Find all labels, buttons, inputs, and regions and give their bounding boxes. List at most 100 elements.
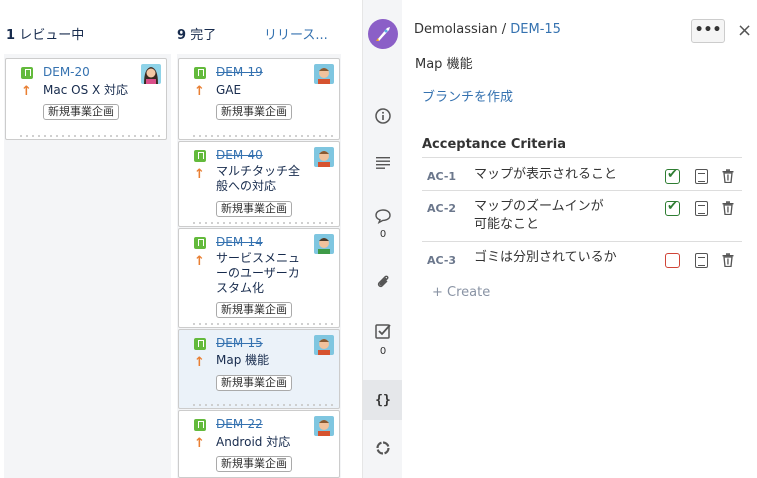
edit-document-icon[interactable] bbox=[695, 201, 708, 216]
summary-line: ーのユーザーカ bbox=[216, 266, 300, 280]
column-header-in-review: 1 レビュー中 bbox=[6, 24, 84, 43]
female-avatar-icon bbox=[141, 64, 161, 84]
column-name: レビュー中 bbox=[19, 28, 85, 43]
epic-label[interactable]: 新規事業企画 bbox=[216, 302, 292, 318]
issue-key[interactable]: DEM-19 bbox=[216, 65, 263, 79]
checklist-icon[interactable] bbox=[363, 315, 403, 347]
story-icon bbox=[194, 419, 206, 431]
priority-arrow-icon: ↑ bbox=[194, 436, 205, 451]
male-avatar-icon bbox=[314, 64, 334, 84]
refresh-icon[interactable] bbox=[363, 432, 403, 464]
criteria-text[interactable]: マップが表示されること bbox=[474, 166, 644, 184]
criteria-checkbox[interactable] bbox=[665, 253, 680, 268]
story-icon bbox=[194, 237, 206, 249]
card-divider bbox=[191, 323, 333, 325]
epic-label[interactable]: 新規事業企画 bbox=[216, 104, 292, 120]
trash-icon[interactable] bbox=[722, 253, 734, 268]
criteria-row: AC-1 マップが表示されること bbox=[422, 160, 742, 190]
column-count: 1 bbox=[6, 28, 16, 43]
criteria-checkbox[interactable] bbox=[665, 199, 680, 216]
issue-detail-panel: Demolassian / DEM-15 ••• × Map 機能 ブランチを作… bbox=[402, 0, 757, 478]
issue-key[interactable]: DEM-15 bbox=[216, 336, 263, 350]
issue-card[interactable]: DEM-22 ↑ Android 対応 新規事業企画 bbox=[178, 410, 340, 478]
attachment-icon[interactable] bbox=[363, 265, 403, 297]
close-icon[interactable]: × bbox=[737, 20, 752, 41]
issue-card[interactable]: DEM-19 ↑ GAE 新規事業企画 bbox=[178, 58, 340, 140]
summary-line: マルチタッチ全 bbox=[216, 164, 301, 178]
issue-key-link[interactable]: DEM-15 bbox=[510, 22, 561, 37]
comment-icon[interactable] bbox=[363, 200, 403, 232]
criteria-id: AC-2 bbox=[427, 202, 457, 215]
issue-key[interactable]: DEM-40 bbox=[216, 148, 263, 162]
board: 1 レビュー中 9 完了 リリース... DEM-20 ↑ Mac OS X 対… bbox=[0, 0, 362, 478]
card-divider bbox=[191, 135, 333, 137]
trash-icon[interactable] bbox=[722, 169, 734, 184]
release-link[interactable]: リリース... bbox=[264, 24, 328, 43]
summary-line: 般への対応 bbox=[216, 179, 277, 193]
column-name: 完了 bbox=[190, 28, 217, 43]
code-icon[interactable]: {} bbox=[363, 380, 403, 420]
card-divider bbox=[191, 222, 333, 224]
criteria-text[interactable]: ゴミは分別されているか bbox=[474, 249, 649, 267]
priority-arrow-icon: ↑ bbox=[194, 167, 205, 182]
criteria-checkbox[interactable] bbox=[665, 167, 680, 184]
summary-line: スタム化 bbox=[216, 281, 265, 295]
issue-summary: GAE bbox=[216, 83, 242, 97]
criteria-id: AC-3 bbox=[427, 254, 457, 267]
trash-icon[interactable] bbox=[722, 201, 734, 216]
edit-document-icon[interactable] bbox=[695, 253, 708, 268]
comments-count: 0 bbox=[379, 229, 387, 240]
issue-summary: Map 機能 bbox=[216, 353, 270, 367]
issue-title[interactable]: Map 機能 bbox=[415, 53, 473, 72]
issue-summary: サービスメニュ ーのユーザーカ スタム化 bbox=[216, 251, 316, 296]
issue-key[interactable]: DEM-22 bbox=[216, 417, 263, 431]
story-icon bbox=[194, 338, 206, 350]
story-icon bbox=[21, 67, 33, 79]
issue-summary: Android 対応 bbox=[216, 435, 291, 449]
issue-summary: Mac OS X 対応 bbox=[43, 83, 129, 97]
male-avatar-green-icon bbox=[314, 234, 334, 254]
detail-icon-rail: 0 0 {} bbox=[362, 0, 403, 478]
issue-card[interactable]: DEM-20 ↑ Mac OS X 対応 新規事業企画 bbox=[5, 58, 167, 140]
divider bbox=[422, 190, 742, 191]
project-avatar-icon[interactable] bbox=[363, 18, 403, 50]
issue-summary: マルチタッチ全 般への対応 bbox=[216, 164, 316, 194]
card-divider bbox=[191, 404, 333, 406]
column-header-done: 9 完了 bbox=[177, 24, 216, 43]
priority-arrow-icon: ↑ bbox=[194, 254, 205, 269]
info-icon[interactable] bbox=[363, 100, 403, 132]
issue-key[interactable]: DEM-20 bbox=[43, 65, 90, 79]
breadcrumb-separator: / bbox=[501, 22, 507, 37]
epic-label[interactable]: 新規事業企画 bbox=[216, 456, 292, 472]
breadcrumb: Demolassian / DEM-15 bbox=[414, 22, 561, 37]
create-branch-link[interactable]: ブランチを作成 bbox=[422, 86, 513, 105]
epic-label[interactable]: 新規事業企画 bbox=[216, 201, 292, 217]
card-divider bbox=[18, 135, 160, 137]
summary-line: サービスメニュ bbox=[216, 251, 301, 265]
issue-key[interactable]: DEM-14 bbox=[216, 235, 263, 249]
priority-arrow-icon: ↑ bbox=[21, 84, 32, 99]
criteria-text[interactable]: マップのズームインが可能なこと bbox=[474, 198, 604, 234]
criteria-id: AC-1 bbox=[427, 170, 457, 183]
epic-label[interactable]: 新規事業企画 bbox=[216, 375, 292, 391]
more-actions-button[interactable]: ••• bbox=[691, 19, 725, 43]
project-name[interactable]: Demolassian bbox=[414, 22, 498, 37]
epic-label[interactable]: 新規事業企画 bbox=[43, 104, 119, 120]
criteria-row: AC-3 ゴミは分別されているか bbox=[422, 244, 742, 274]
column-count: 9 bbox=[177, 28, 187, 43]
story-icon bbox=[194, 67, 206, 79]
edit-document-icon[interactable] bbox=[695, 169, 708, 184]
criteria-row: AC-2 マップのズームインが可能なこと bbox=[422, 192, 742, 240]
male-avatar-icon bbox=[314, 335, 334, 355]
priority-arrow-icon: ↑ bbox=[194, 355, 205, 370]
issue-card[interactable]: DEM-14 ↑ サービスメニュ ーのユーザーカ スタム化 新規事業企画 bbox=[178, 228, 340, 328]
divider bbox=[422, 241, 742, 242]
issue-card-selected[interactable]: DEM-15 ↑ Map 機能 新規事業企画 bbox=[178, 329, 340, 409]
create-criteria-button[interactable]: + Create bbox=[432, 285, 490, 300]
male-avatar-icon bbox=[314, 416, 334, 436]
description-icon[interactable] bbox=[363, 147, 403, 179]
checklist-count: 0 bbox=[379, 346, 387, 357]
issue-card[interactable]: DEM-40 ↑ マルチタッチ全 般への対応 新規事業企画 bbox=[178, 141, 340, 227]
acceptance-criteria-heading: Acceptance Criteria bbox=[422, 137, 566, 152]
male-avatar-icon bbox=[314, 147, 334, 167]
